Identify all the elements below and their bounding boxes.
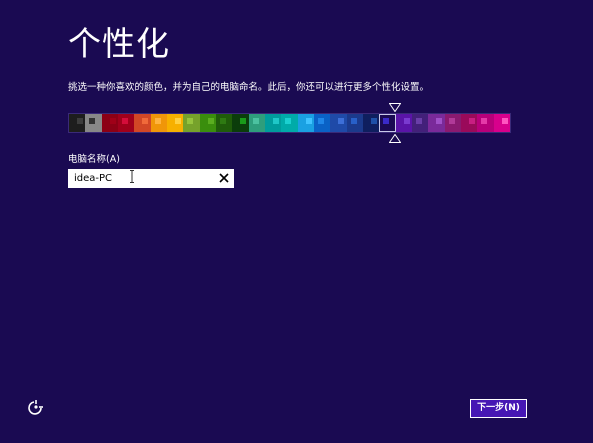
color-swatch[interactable] bbox=[232, 114, 249, 132]
color-swatch[interactable] bbox=[362, 114, 380, 132]
page-title: 个性化 bbox=[68, 24, 170, 63]
color-swatch[interactable] bbox=[69, 114, 86, 132]
color-swatch-accent bbox=[481, 118, 488, 124]
color-swatch-accent bbox=[383, 118, 390, 124]
color-swatch[interactable] bbox=[117, 114, 135, 132]
color-swatch[interactable] bbox=[493, 114, 510, 132]
color-swatch[interactable] bbox=[330, 114, 347, 132]
color-swatch-accent bbox=[174, 118, 181, 124]
color-swatch-accent bbox=[252, 118, 259, 124]
color-swatch[interactable] bbox=[264, 114, 282, 132]
color-swatch[interactable] bbox=[379, 114, 396, 132]
computer-name-field-wrapper bbox=[68, 169, 234, 188]
color-swatch-accent bbox=[154, 118, 161, 124]
color-swatch[interactable] bbox=[460, 114, 478, 132]
color-swatch-accent bbox=[468, 118, 475, 124]
computer-name-input[interactable] bbox=[68, 169, 208, 188]
color-swatch[interactable] bbox=[281, 114, 298, 132]
color-swatch-accent bbox=[317, 118, 324, 124]
color-swatch[interactable] bbox=[101, 114, 118, 132]
color-swatch[interactable] bbox=[134, 114, 151, 132]
text-cursor-icon bbox=[130, 170, 134, 183]
color-swatch-accent bbox=[370, 118, 377, 124]
computer-name-label: 电脑名称(A) bbox=[68, 154, 120, 165]
next-button[interactable]: 下一步(N) bbox=[470, 399, 527, 418]
color-swatch-accent bbox=[501, 118, 508, 124]
color-swatch-accent bbox=[77, 118, 83, 124]
color-swatch-accent bbox=[436, 118, 443, 124]
color-swatch[interactable] bbox=[411, 114, 429, 132]
color-swatch[interactable] bbox=[183, 114, 200, 132]
color-swatch-accent bbox=[89, 118, 96, 124]
color-swatch[interactable] bbox=[297, 114, 314, 132]
color-swatch[interactable] bbox=[477, 114, 494, 132]
color-swatch[interactable] bbox=[85, 114, 102, 132]
color-swatch[interactable] bbox=[428, 114, 445, 132]
color-swatch-accent bbox=[338, 118, 345, 124]
color-swatch-accent bbox=[207, 118, 214, 124]
color-swatch-accent bbox=[448, 118, 455, 124]
color-swatch-accent bbox=[272, 118, 279, 124]
color-swatch-accent bbox=[285, 118, 292, 124]
color-swatch-accent bbox=[142, 118, 149, 124]
ease-of-access-icon[interactable] bbox=[28, 399, 44, 415]
clear-icon[interactable] bbox=[217, 171, 231, 185]
color-swatch-accent bbox=[305, 118, 312, 124]
color-palette bbox=[68, 113, 511, 133]
color-swatch-accent bbox=[121, 118, 128, 124]
selection-marker-top-icon bbox=[389, 103, 401, 112]
color-swatch[interactable] bbox=[199, 114, 216, 132]
color-swatch[interactable] bbox=[444, 114, 461, 132]
color-swatch-accent bbox=[219, 118, 226, 124]
color-swatch[interactable] bbox=[395, 114, 412, 132]
color-swatch[interactable] bbox=[346, 114, 363, 132]
color-swatch-accent bbox=[403, 118, 410, 124]
color-swatch-accent bbox=[350, 118, 357, 124]
selection-marker-bottom-icon bbox=[389, 134, 401, 143]
color-swatch-accent bbox=[187, 118, 194, 124]
color-swatch[interactable] bbox=[166, 114, 184, 132]
color-swatch[interactable] bbox=[248, 114, 265, 132]
color-swatch[interactable] bbox=[313, 114, 331, 132]
color-swatch[interactable] bbox=[150, 114, 167, 132]
color-swatch-accent bbox=[109, 118, 116, 124]
color-swatch-accent bbox=[240, 118, 247, 124]
color-swatch-accent bbox=[415, 118, 422, 124]
page-subtitle: 挑选一种你喜欢的颜色，并为自己的电脑命名。此后，你还可以进行更多个性化设置。 bbox=[68, 82, 430, 93]
color-swatch[interactable] bbox=[215, 114, 233, 132]
